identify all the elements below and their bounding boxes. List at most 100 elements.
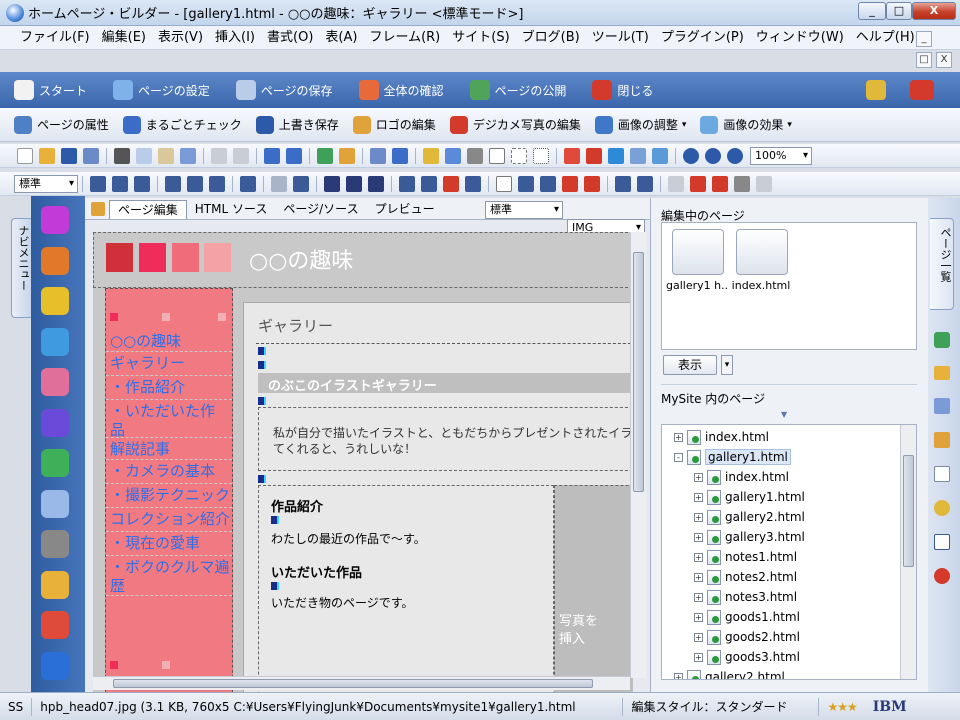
text-effect-icon[interactable] [465, 175, 481, 192]
link-icon[interactable] [41, 287, 69, 315]
paragraph-style-select[interactable]: 標準 [14, 174, 78, 193]
intro-box[interactable]: 私が自分で描いたイラストと、ともだちからプレゼントされたイラストを てくれると、… [258, 407, 633, 471]
task-toolbar-button-1[interactable]: まるごとチェック [122, 115, 242, 134]
save-all-icon[interactable] [83, 147, 99, 164]
display-dropdown-icon[interactable]: ▾ [721, 355, 733, 375]
menu-item-12[interactable]: ヘルプ(H) [850, 27, 921, 49]
valign-top-icon[interactable] [165, 175, 181, 192]
mdi-minimize-button[interactable]: _ [916, 31, 932, 47]
tree-item[interactable]: + notes3.html [694, 587, 797, 607]
menu-item-1[interactable]: 編集(E) [96, 27, 152, 49]
align-left-icon[interactable] [90, 175, 106, 192]
copy-icon[interactable] [136, 147, 152, 164]
preview-icon[interactable] [370, 147, 386, 164]
cell-delete-icon[interactable] [637, 175, 653, 192]
tree-expand-icon[interactable]: + [694, 652, 703, 662]
zoom-in-icon[interactable] [683, 147, 699, 164]
tree-expand-icon[interactable]: + [674, 672, 683, 679]
list-icon[interactable] [240, 175, 256, 192]
edit-icon[interactable] [264, 147, 280, 164]
font-color-icon[interactable] [443, 175, 459, 192]
tree-expand-icon[interactable]: - [674, 452, 683, 462]
section2-title[interactable]: いただいた作品 [271, 562, 362, 581]
image-icon[interactable] [41, 327, 69, 356]
page-nav-link-8[interactable]: コレクション紹介 [110, 509, 230, 529]
editing-file-item[interactable]: gallery1 h... [666, 229, 728, 299]
task-toolbar-button-5[interactable]: 画像の調整 ▾ [594, 115, 686, 134]
cell-color-icon[interactable] [690, 175, 706, 192]
works-cell[interactable]: 作品紹介 わたしの最近の作品で～す。 いただいた作品 いただき物のページです。 [258, 485, 554, 708]
tree-item[interactable]: + goods1.html [694, 607, 800, 627]
editor-scroll-thumb[interactable] [633, 252, 644, 492]
frame-a-icon[interactable] [41, 408, 69, 437]
tree-scrollbar[interactable] [900, 425, 916, 679]
paste-icon[interactable] [158, 147, 174, 164]
insert-link-icon[interactable] [339, 147, 355, 164]
tree-expand-icon[interactable]: + [694, 632, 703, 642]
task-toolbar-button-4[interactable]: デジカメ写真の編集 [449, 115, 581, 134]
editing-file-item[interactable]: index.html [730, 229, 792, 299]
tree-item[interactable]: + gallery2.html [694, 507, 805, 527]
edit-pen-icon[interactable] [41, 530, 69, 558]
page-nav-column[interactable]: ○○の趣味 ギャラリー ・作品紹介 ・いただいた作品解説記事 ・カメラの基本 ・撮影テクニ… [105, 288, 233, 708]
site-tree[interactable]: + index.html - gallery1.html + index.html + gal… [661, 424, 917, 680]
tree-item[interactable]: + gallery2.html [674, 667, 785, 679]
tree-expand-icon[interactable]: + [694, 592, 703, 602]
nav-menu-tab[interactable]: ナビメニュー [11, 218, 31, 318]
tree-item[interactable]: - gallery1.html [674, 447, 791, 467]
cell-props-icon[interactable] [668, 175, 684, 192]
site-map-icon[interactable] [934, 398, 950, 414]
menu-item-11[interactable]: ウィンドウ(W) [750, 27, 850, 49]
minimize-button[interactable]: _ [858, 2, 886, 20]
font-a-icon[interactable] [41, 206, 69, 234]
highlight-icon[interactable] [423, 147, 439, 164]
open-icon[interactable] [39, 147, 55, 164]
zoom-out-icon[interactable] [705, 147, 721, 164]
cubes-icon[interactable] [41, 611, 69, 639]
editor-scrollbar-vertical[interactable] [630, 232, 646, 678]
draw-tool-icon[interactable] [934, 432, 950, 448]
cell-border-icon[interactable] [712, 175, 728, 192]
menu-item-10[interactable]: プラグイン(P) [655, 27, 750, 49]
main-toolbar-button-3[interactable]: 全体の確認 [358, 80, 444, 100]
cut-icon[interactable] [114, 147, 130, 164]
main-toolbar-button-4[interactable]: ページの公開 [469, 80, 566, 100]
shapes-icon[interactable] [41, 246, 69, 275]
menu-item-6[interactable]: フレーム(R) [363, 27, 446, 49]
document-icon[interactable] [41, 489, 69, 518]
strikethrough-icon[interactable] [368, 175, 384, 192]
font-smaller-icon[interactable] [421, 175, 437, 192]
tree-expand-icon[interactable]: + [694, 532, 703, 542]
display-button[interactable]: 表示 [663, 355, 717, 375]
page-nav-link-9[interactable]: ・現在の愛車 [110, 533, 200, 553]
main-toolbar-button-1[interactable]: ページの設定 [113, 80, 210, 100]
valign-bottom-icon[interactable] [209, 175, 225, 192]
tree-item[interactable]: + notes2.html [694, 567, 797, 587]
main-toolbar-button-5[interactable]: 閉じる [592, 80, 653, 100]
menu-item-3[interactable]: 挿入(I) [209, 27, 261, 49]
page-nav-link-10[interactable]: ・ボクのクルマ遍 [110, 557, 230, 577]
align-center-icon[interactable] [112, 175, 128, 192]
mdi-close-button[interactable]: X [936, 52, 952, 68]
editor-tab-1[interactable]: HTML ソース [187, 200, 276, 219]
gallery-banner[interactable]: のぶこのイラストギャラリー [258, 373, 633, 394]
page-nav-link-1[interactable]: ギャラリー [110, 353, 185, 373]
layout-frame-icon[interactable] [511, 147, 527, 164]
draw-icon[interactable] [630, 147, 646, 164]
page-nav-link-0[interactable]: ○○の趣味 [110, 331, 181, 351]
book-icon[interactable] [910, 80, 934, 100]
editor-tab-0[interactable]: ページ編集 [109, 200, 187, 219]
tree-scroll-thumb[interactable] [903, 455, 914, 567]
page-nav-link-5[interactable]: 解説記事 [110, 439, 170, 459]
insert-table-icon[interactable] [496, 175, 512, 192]
tree-item[interactable]: + notes1.html [694, 547, 797, 567]
tree-item[interactable]: + index.html [674, 427, 769, 447]
task-toolbar-button-6[interactable]: 画像の効果 ▾ [700, 115, 792, 134]
plus-circle-icon[interactable] [41, 651, 69, 680]
task-toolbar-button-0[interactable]: ページの属性 [14, 115, 109, 134]
section2-text[interactable]: いただき物のページです。 [271, 594, 414, 611]
image-map-icon[interactable] [608, 147, 624, 164]
insert-image-icon[interactable] [317, 147, 333, 164]
menu-item-9[interactable]: ツール(T) [586, 27, 655, 49]
tree-item[interactable]: + gallery3.html [694, 527, 805, 547]
